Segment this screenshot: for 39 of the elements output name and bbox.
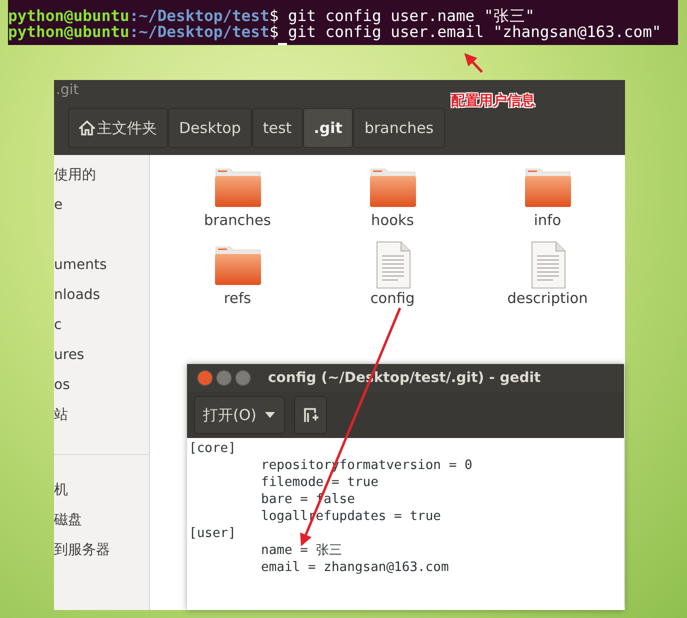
maximize-button[interactable] — [235, 370, 251, 386]
sidebar-item[interactable]: 使用的 — [54, 160, 149, 190]
close-button[interactable] — [197, 370, 213, 386]
sidebar-item[interactable]: e — [54, 190, 149, 220]
sidebar-item[interactable]: nloads — [54, 280, 149, 310]
annotation-label: 配置用户信息 — [451, 92, 535, 110]
new-document-button[interactable] — [294, 396, 327, 434]
file-name: branches — [204, 213, 271, 229]
path-button[interactable]: 主文件夹 — [68, 108, 168, 148]
path-button[interactable]: branches — [353, 108, 445, 148]
sidebar-item[interactable]: 磁盘 — [54, 505, 149, 535]
sidebar-item[interactable]: c — [54, 310, 149, 340]
file-name: info — [534, 213, 562, 229]
file-name: description — [507, 291, 588, 307]
code-line: email = zhangsan@163.com — [260, 559, 450, 576]
caret-icon — [264, 412, 275, 418]
arrow — [464, 53, 483, 73]
new-tab-icon — [302, 407, 318, 423]
code-line: name = 张三 — [260, 542, 343, 559]
path-button[interactable]: .git — [302, 108, 354, 148]
sidebar-item[interactable]: 站 — [54, 400, 149, 430]
terminal-line: python@ubuntu:~/Desktop/test$ git config user.name "张三" — [8, 7, 536, 25]
open-button[interactable]: 打开(O) — [194, 396, 285, 434]
path-button[interactable]: test — [252, 108, 303, 148]
minimize-button[interactable] — [216, 370, 232, 386]
sidebar-item[interactable]: uments — [54, 250, 149, 280]
file-name: hooks — [371, 213, 414, 229]
terminal-line: python@ubuntu:~/Desktop/test$ git config user.email "zhangsan@163.com" — [8, 23, 662, 41]
file-name: refs — [224, 291, 252, 307]
home-icon — [79, 120, 95, 136]
code-line: [core] — [189, 440, 237, 457]
code-line: [user] — [189, 525, 237, 542]
sidebar-item[interactable]: 机 — [54, 475, 149, 505]
sidebar-item[interactable]: os — [54, 370, 149, 400]
path-button[interactable]: Desktop — [168, 108, 252, 148]
file-name: config — [370, 291, 415, 307]
code-line: filemode = true — [260, 474, 380, 491]
sidebar-item[interactable]: ures — [54, 340, 149, 370]
sidebar-item[interactable]: 到服务器 — [54, 535, 149, 565]
